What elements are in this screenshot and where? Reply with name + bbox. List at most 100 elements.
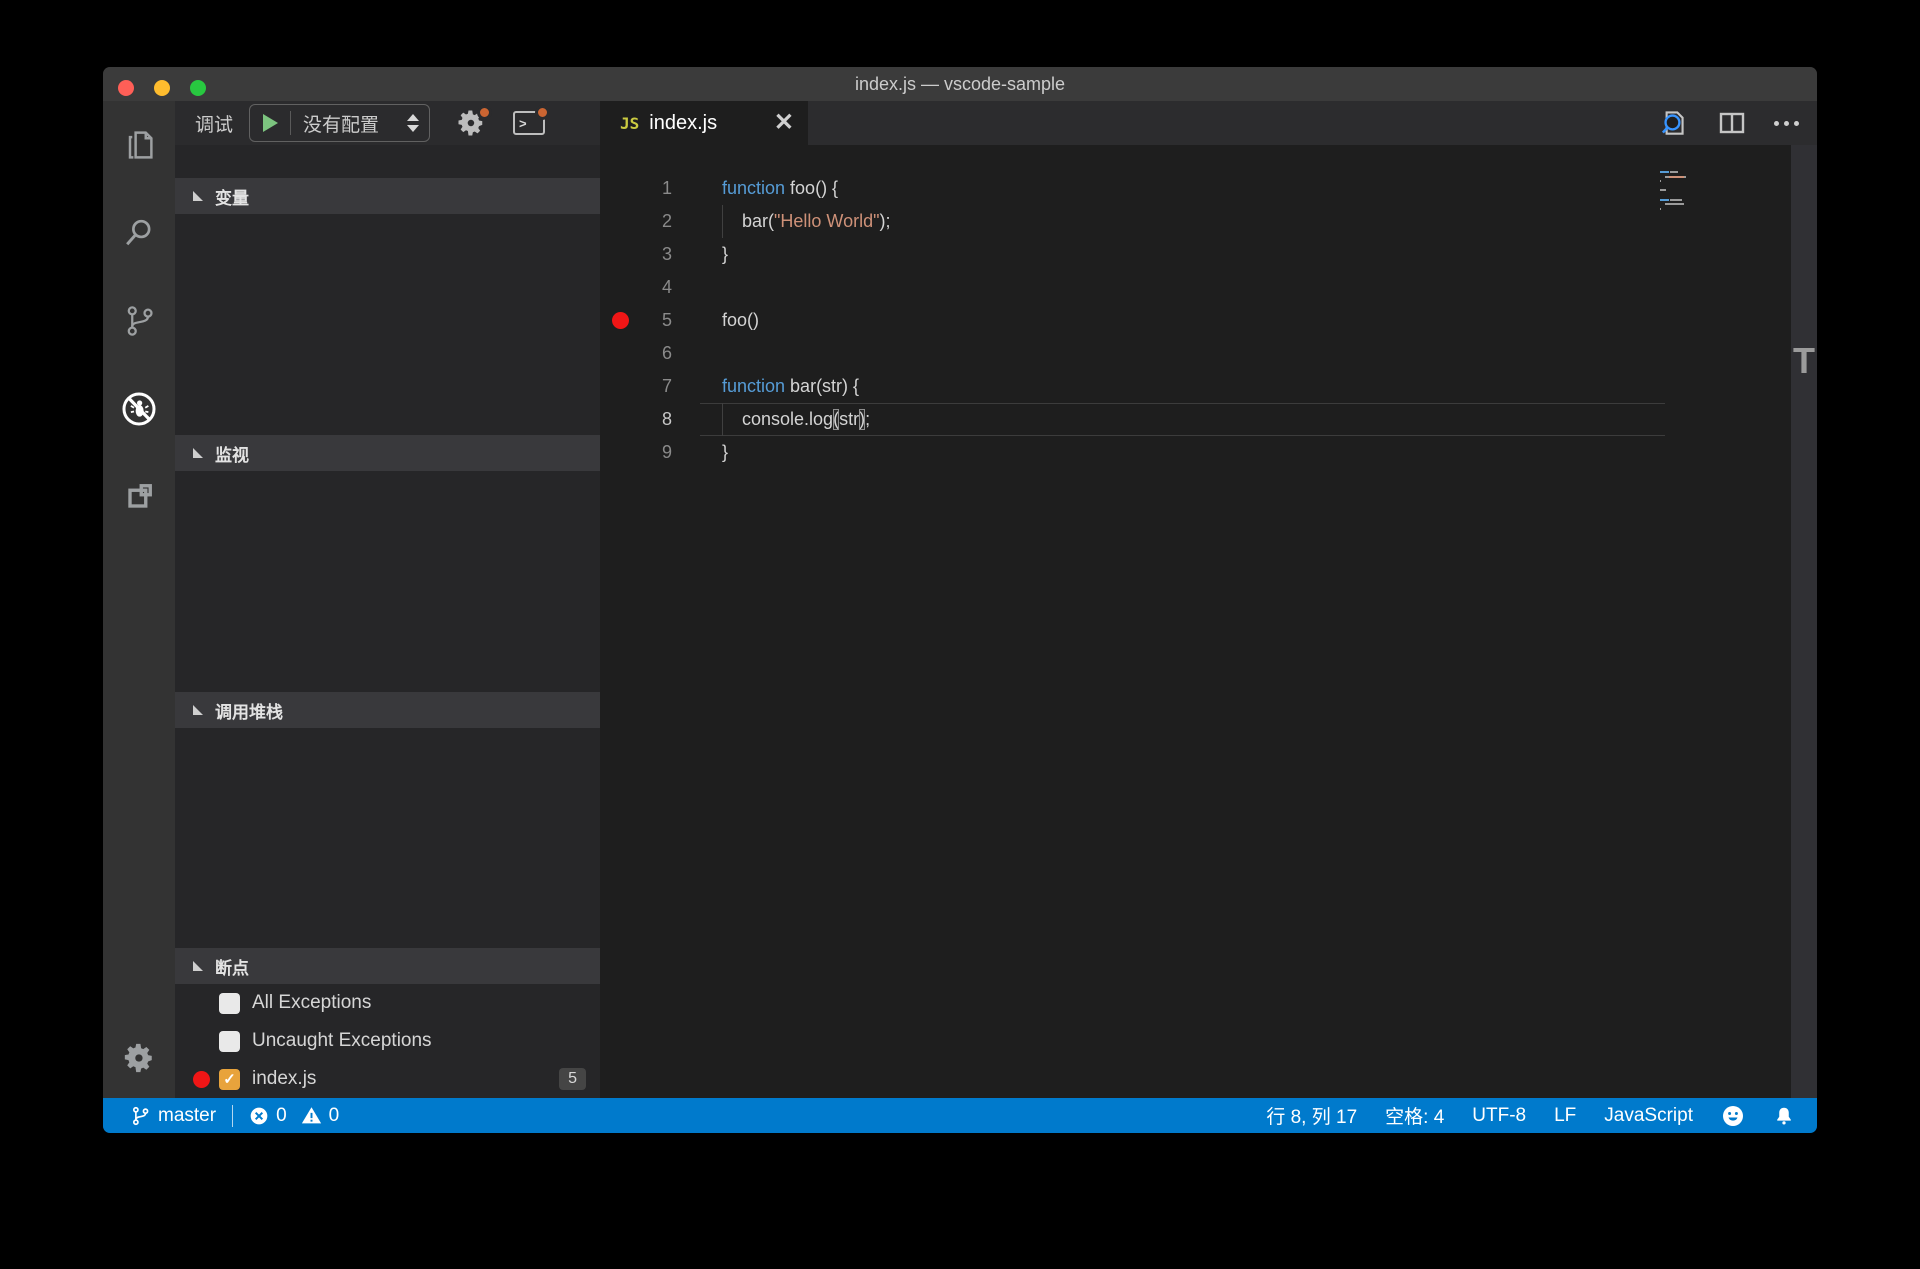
settings-gear-icon[interactable]	[103, 1018, 175, 1098]
language-mode-status[interactable]: JavaScript	[1604, 1105, 1693, 1127]
extensions-squares-icon	[121, 479, 157, 515]
debug-console-button[interactable]: >	[512, 106, 546, 140]
breakpoint-label: index.js	[252, 1068, 559, 1090]
debug-config-select[interactable]: 没有配置	[303, 110, 407, 137]
gutter[interactable]: 2	[600, 205, 672, 238]
code-line-4[interactable]: 4	[600, 271, 1817, 304]
errors-status[interactable]: 0	[249, 1105, 287, 1127]
config-dropdown-arrows-icon[interactable]	[407, 114, 419, 132]
callstack-panel	[175, 728, 600, 948]
section-header-watch[interactable]: 监视	[175, 435, 600, 471]
minimap[interactable]	[1660, 171, 1770, 212]
gutter[interactable]: 7	[600, 370, 672, 403]
line-number: 4	[600, 277, 672, 298]
search-icon[interactable]	[103, 189, 175, 277]
variables-panel	[175, 214, 600, 435]
breakpoint-dot-icon	[193, 1071, 210, 1088]
files-icon	[121, 127, 157, 163]
section-title: 监视	[215, 441, 249, 466]
section-header-breakpoints[interactable]: 断点	[175, 948, 600, 984]
breakpoint-dot-icon[interactable]	[612, 312, 629, 329]
scroll-glyph: T	[1791, 340, 1817, 382]
section-title: 变量	[215, 184, 249, 209]
editor-scrollbar[interactable]: T	[1791, 145, 1817, 1098]
line-number: 7	[600, 376, 672, 397]
status-bar: master 0 0 行 8, 列 17 空格: 4	[103, 1098, 1817, 1133]
indent-guide	[722, 403, 723, 436]
checkbox-unchecked[interactable]	[219, 993, 240, 1014]
more-actions-button[interactable]	[1774, 121, 1799, 126]
editor-group: JS index.js ✕	[600, 101, 1817, 1098]
git-branch-icon	[129, 1105, 151, 1127]
line-number: 3	[600, 244, 672, 265]
title-bar: index.js — vscode-sample	[103, 67, 1817, 101]
encoding-status[interactable]: UTF-8	[1472, 1105, 1526, 1127]
breakpoint-row-uncaught-exceptions[interactable]: Uncaught Exceptions	[175, 1022, 600, 1060]
breakpoint-row-indexjs[interactable]: ✓ index.js 5	[175, 1060, 600, 1098]
feedback-smiley-button[interactable]	[1721, 1104, 1745, 1128]
source-control-icon[interactable]	[103, 277, 175, 365]
extensions-icon[interactable]	[103, 453, 175, 541]
chevron-expanded-icon	[193, 705, 203, 715]
open-preview-button[interactable]	[1656, 106, 1690, 140]
gutter[interactable]: 6	[600, 337, 672, 370]
code-line-5[interactable]: 5foo()	[600, 304, 1817, 337]
config-separator	[290, 111, 291, 135]
line-number: 6	[600, 343, 672, 364]
chevron-expanded-icon	[193, 448, 203, 458]
gear-badge-dot	[477, 105, 492, 120]
split-editor-button[interactable]	[1716, 107, 1748, 139]
warnings-status[interactable]: 0	[301, 1105, 340, 1127]
tab-label: index.js	[649, 112, 774, 135]
indentation-status[interactable]: 空格: 4	[1385, 1102, 1444, 1129]
code-line-3[interactable]: 3}	[600, 238, 1817, 271]
code-line-9[interactable]: 9}	[600, 436, 1817, 469]
git-branch-icon	[121, 303, 157, 339]
breakpoint-label: Uncaught Exceptions	[252, 1030, 586, 1052]
gutter[interactable]: 4	[600, 271, 672, 304]
line-number: 2	[600, 211, 672, 232]
gutter[interactable]: 5	[600, 304, 672, 337]
breakpoint-label: All Exceptions	[252, 992, 586, 1014]
start-debug-button[interactable]	[263, 114, 278, 132]
debug-config-group: 没有配置	[249, 104, 430, 142]
git-branch-status[interactable]: master	[129, 1105, 216, 1127]
breakpoint-row-all-exceptions[interactable]: All Exceptions	[175, 984, 600, 1022]
code-text: bar("Hello World");	[672, 205, 891, 238]
code-line-6[interactable]: 6	[600, 337, 1817, 370]
notifications-bell-button[interactable]	[1773, 1105, 1795, 1127]
gutter[interactable]: 8	[600, 403, 672, 436]
checkbox-unchecked[interactable]	[219, 1031, 240, 1052]
gutter[interactable]: 1	[600, 172, 672, 205]
gutter[interactable]: 3	[600, 238, 672, 271]
configure-gear-button[interactable]	[454, 106, 488, 140]
warning-icon	[301, 1105, 322, 1126]
code-line-7[interactable]: 7function bar(str) {	[600, 370, 1817, 403]
code-text	[672, 337, 722, 370]
watch-panel	[175, 471, 600, 692]
code-line-2[interactable]: 2 bar("Hello World");	[600, 205, 1817, 238]
vscode-window: index.js — vscode-sample	[103, 67, 1817, 1133]
activity-bar	[103, 101, 175, 1098]
section-title: 调用堆栈	[215, 698, 283, 723]
branch-name: master	[158, 1105, 216, 1127]
line-number: 1	[600, 178, 672, 199]
code-line-1[interactable]: 1function foo() {	[600, 172, 1817, 205]
debug-icon[interactable]	[103, 365, 175, 453]
code-text: }	[672, 436, 728, 469]
code-text: console.log(str);	[672, 403, 870, 436]
cursor-position-status[interactable]: 行 8, 列 17	[1266, 1102, 1357, 1129]
split-editor-icon	[1716, 107, 1748, 139]
line-number: 8	[600, 409, 672, 430]
eol-status[interactable]: LF	[1554, 1105, 1576, 1127]
section-header-callstack[interactable]: 调用堆栈	[175, 692, 600, 728]
code-editor[interactable]: 1function foo() {2 bar("Hello World");3}…	[600, 145, 1817, 1098]
code-text: function foo() {	[672, 172, 838, 205]
close-tab-icon[interactable]: ✕	[774, 113, 794, 133]
gutter[interactable]: 9	[600, 436, 672, 469]
section-header-variables[interactable]: 变量	[175, 178, 600, 214]
tab-indexjs[interactable]: JS index.js ✕	[600, 101, 808, 145]
checkbox-checked[interactable]: ✓	[219, 1069, 240, 1090]
explorer-icon[interactable]	[103, 101, 175, 189]
code-line-8[interactable]: 8 console.log(str);	[600, 403, 1817, 436]
